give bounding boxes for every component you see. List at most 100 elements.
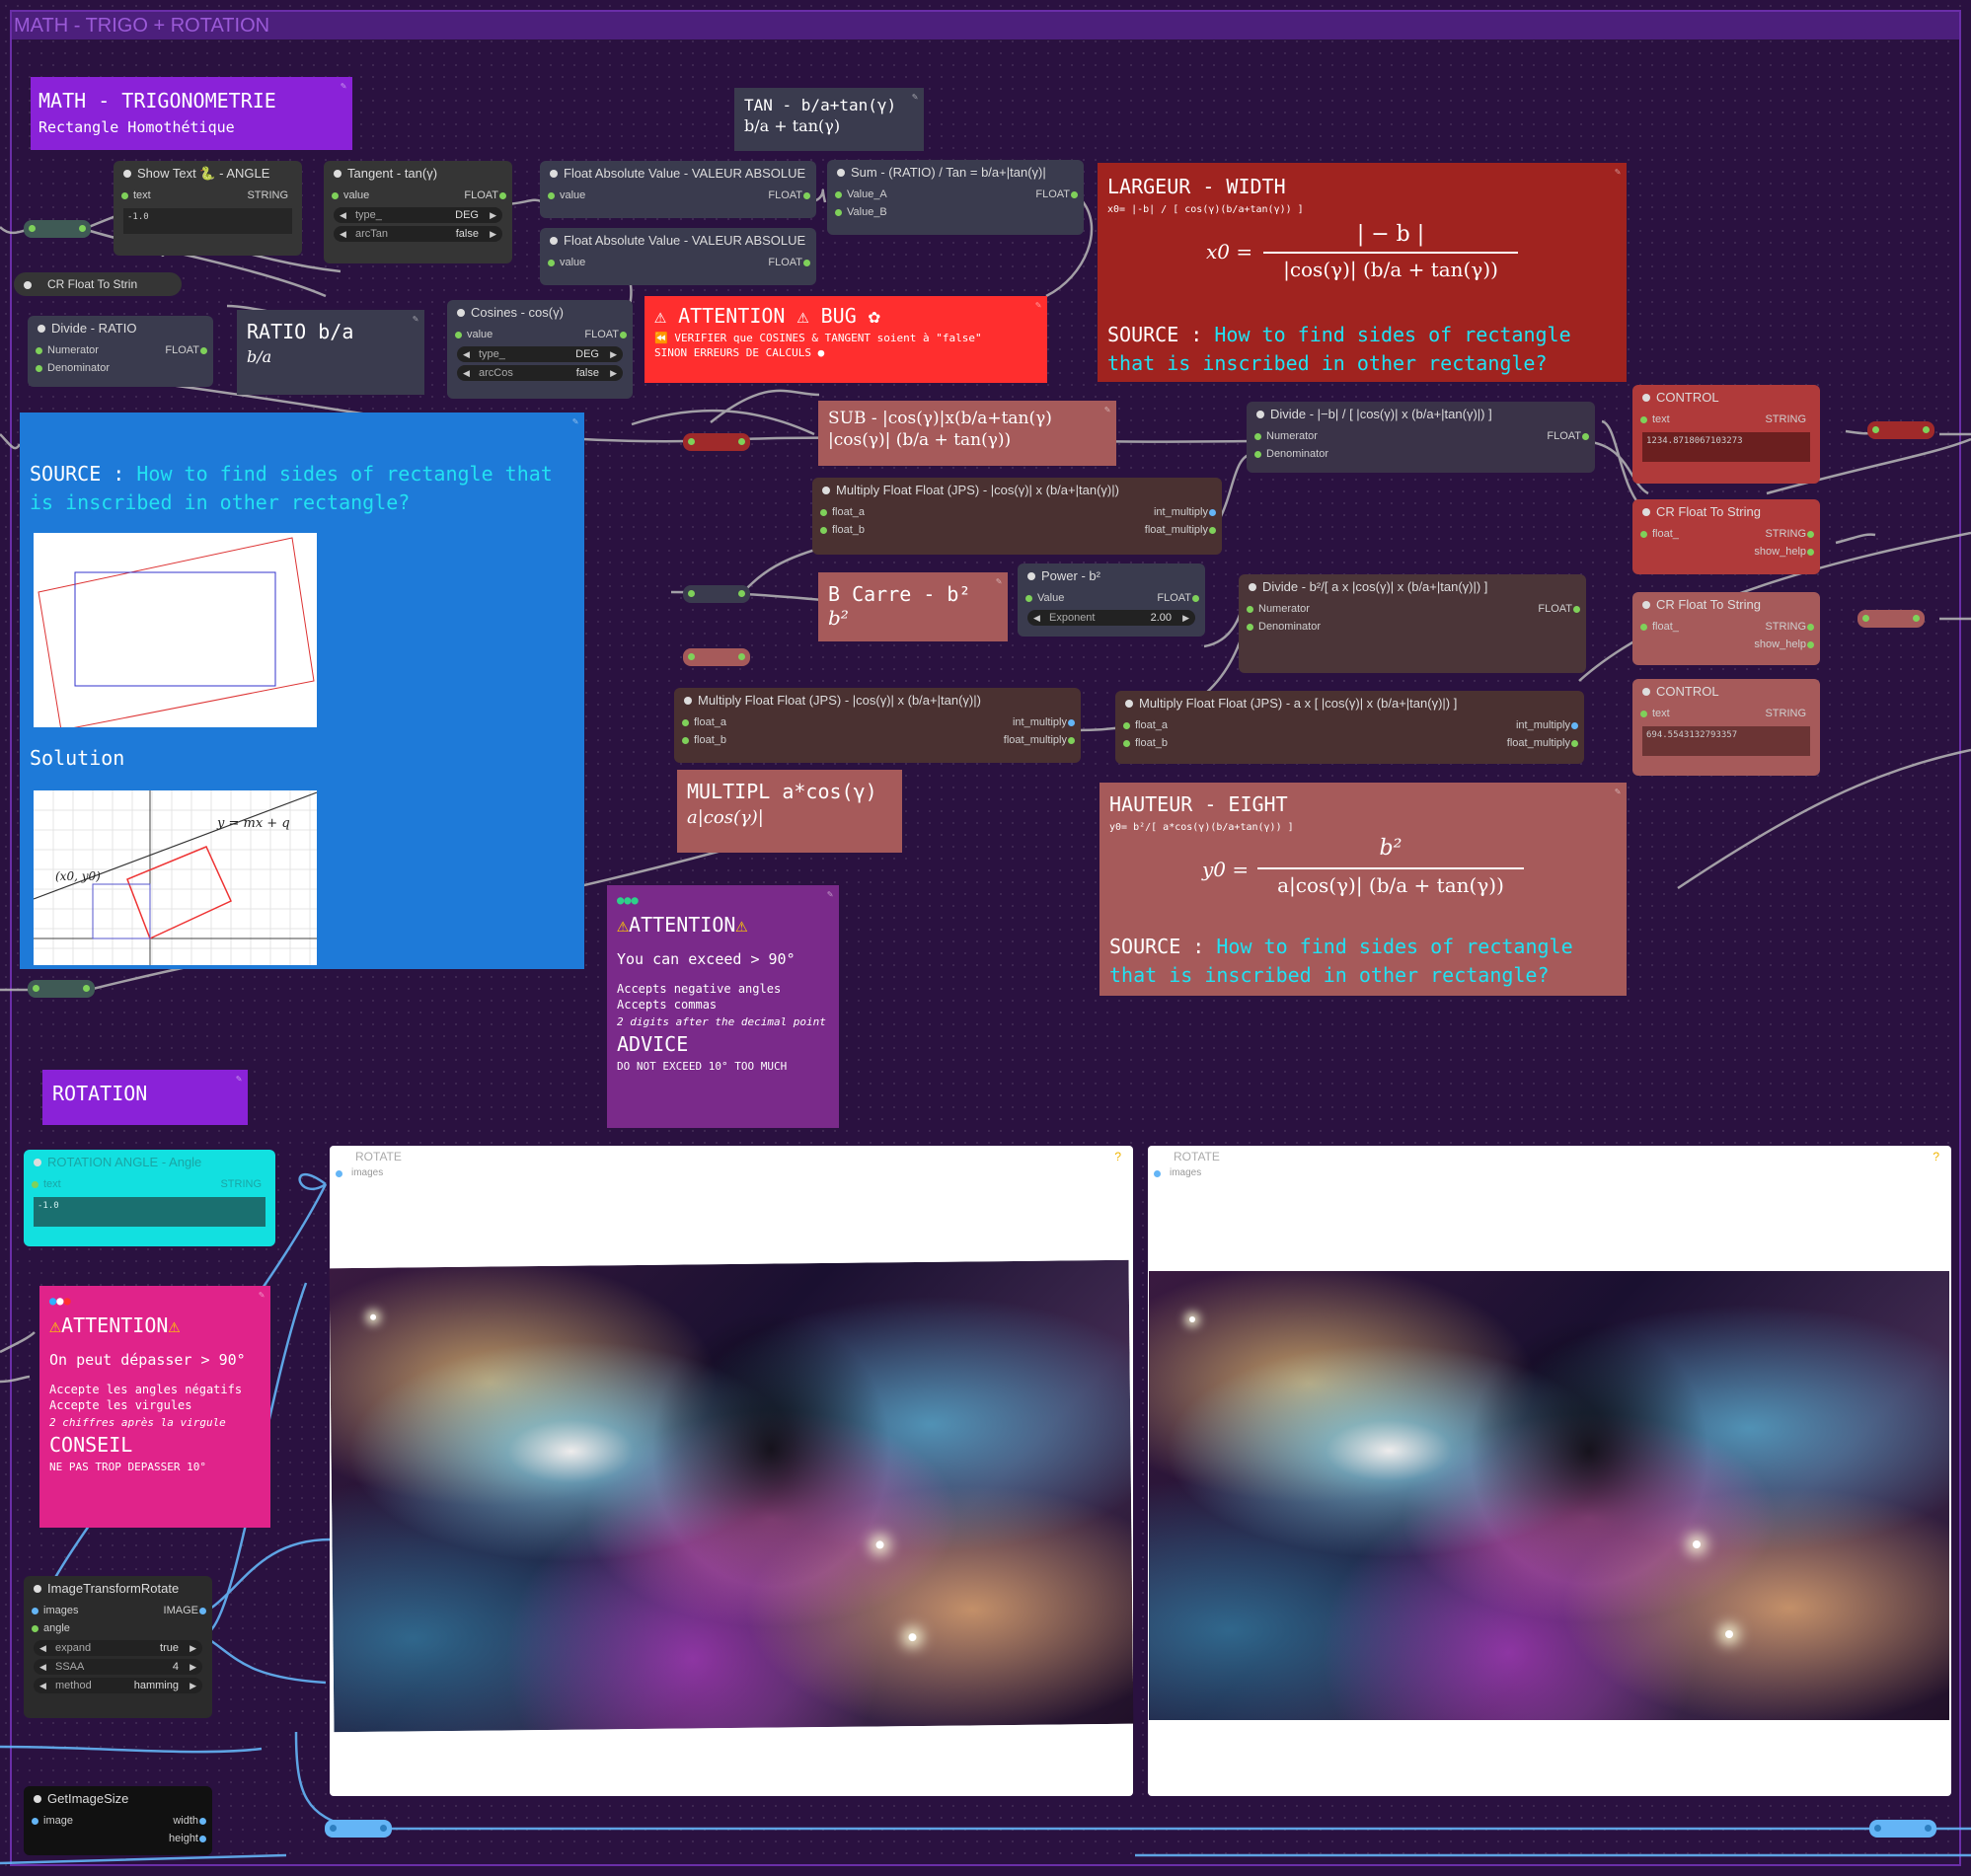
input-dot[interactable] <box>1640 531 1647 538</box>
reroute-node[interactable] <box>1867 421 1934 439</box>
output-dot[interactable] <box>1807 549 1814 556</box>
input-dot[interactable] <box>36 347 42 354</box>
attention-en-note[interactable]: ✎ ●●● ⚠ATTENTION⚠ You can exceed > 90° A… <box>607 885 839 1128</box>
edit-icon[interactable]: ✎ <box>1615 167 1621 178</box>
input-dot[interactable] <box>36 365 42 372</box>
cosines-node[interactable]: Cosines - cos(γ) value FLOAT type_ DEG arc… <box>447 300 633 399</box>
input-dot[interactable] <box>835 209 842 216</box>
input-dot[interactable] <box>682 719 689 726</box>
input-dot[interactable] <box>32 1608 38 1614</box>
sum-node[interactable]: Sum - (RATIO) / Tan = b/a+|tan(γ)| Value… <box>827 160 1084 235</box>
control-node-1[interactable]: CONTROL text STRING 1234.8718067103273 <box>1632 385 1820 484</box>
divide-ratio-node[interactable]: Divide - RATIO Numerator FLOAT Denominato… <box>28 316 213 387</box>
b-carre-note[interactable]: ✎ B Carre - b² b² <box>818 572 1008 641</box>
output-dot[interactable] <box>1209 509 1216 516</box>
output-dot[interactable] <box>1807 531 1814 538</box>
help-icon[interactable]: ? <box>1114 1150 1121 1163</box>
text-display[interactable]: -1.0 <box>34 1197 265 1227</box>
output-dot[interactable] <box>1068 737 1075 744</box>
control-node-2[interactable]: CONTROL text STRING 694.5543132793357 <box>1632 679 1820 776</box>
cr-float-collapsed-node[interactable]: CR Float To Strin <box>14 272 182 296</box>
input-dot[interactable] <box>336 1170 342 1177</box>
attention-fr-note[interactable]: ✎ ●●● ⚠ATTENTION⚠ On peut dépasser > 90°… <box>39 1286 270 1528</box>
input-dot[interactable] <box>32 1181 38 1188</box>
text-display[interactable]: -1.0 <box>123 208 292 234</box>
arccos-widget[interactable]: arcCos false <box>457 365 623 381</box>
input-dot[interactable] <box>1640 416 1647 423</box>
reroute-node[interactable] <box>683 585 750 603</box>
reroute-node[interactable] <box>683 648 750 666</box>
input-dot[interactable] <box>1640 624 1647 631</box>
output-dot[interactable] <box>200 347 207 354</box>
output-dot[interactable] <box>199 1818 206 1825</box>
multiply-node-3[interactable]: Multiply Float Float (JPS) - a x [ |cos(… <box>1115 691 1584 764</box>
ratio-note[interactable]: ✎ RATIO b/a b/a <box>237 310 424 395</box>
output-dot[interactable] <box>1582 433 1589 440</box>
abs-value-node-2[interactable]: Float Absolute Value - VALEUR ABSOLUE va… <box>540 228 816 285</box>
input-dot[interactable] <box>332 192 339 199</box>
input-dot[interactable] <box>1025 595 1032 602</box>
output-dot[interactable] <box>1571 722 1578 729</box>
input-dot[interactable] <box>682 737 689 744</box>
edit-icon[interactable]: ✎ <box>572 416 578 427</box>
input-dot[interactable] <box>1154 1170 1161 1177</box>
rotate-preview-1[interactable]: ROTATE ? images <box>329 1146 1134 1796</box>
input-dot[interactable] <box>32 1625 38 1632</box>
abs-value-node-1[interactable]: Float Absolute Value - VALEUR ABSOLUE va… <box>540 161 816 218</box>
text-display[interactable]: 1234.8718067103273 <box>1642 432 1810 462</box>
output-dot[interactable] <box>499 192 506 199</box>
input-dot[interactable] <box>1123 740 1130 747</box>
edit-icon[interactable]: ✎ <box>413 314 418 325</box>
input-dot[interactable] <box>1254 433 1261 440</box>
input-dot[interactable] <box>820 527 827 534</box>
output-dot[interactable] <box>1192 595 1199 602</box>
largeur-note[interactable]: ✎ LARGEUR - WIDTH x0= |-b| / [ cos(γ)(b/… <box>1098 163 1627 382</box>
rotation-angle-node[interactable]: ROTATION ANGLE - Angle text STRING -1.0 <box>24 1150 275 1246</box>
output-dot[interactable] <box>1571 740 1578 747</box>
cr-float-node-1[interactable]: CR Float To String float_ STRING show_hel… <box>1632 499 1820 574</box>
expand-widget[interactable]: expand true <box>34 1640 202 1656</box>
output-dot[interactable] <box>1573 606 1580 613</box>
group-title[interactable]: MATH - TRIGO + ROTATION <box>12 12 1959 39</box>
output-dot[interactable] <box>620 332 627 338</box>
input-dot[interactable] <box>548 260 555 266</box>
source-blue-note[interactable]: ✎ SOURCE : How to find sides of rectangl… <box>20 413 584 969</box>
tan-note[interactable]: ✎ TAN - b/a+tan(γ) b/a + tan(γ) <box>734 88 924 151</box>
bug-note[interactable]: ✎ ⚠ ATTENTION ⚠ BUG ✿ ⏪ VERIFIER que COS… <box>644 296 1047 383</box>
show-text-node[interactable]: Show Text 🐍 - ANGLE text STRING -1.0 <box>114 161 302 256</box>
ssaa-widget[interactable]: SSAA 4 <box>34 1659 202 1675</box>
multiply-node-1[interactable]: Multiply Float Float (JPS) - |cos(γ)| x … <box>812 478 1222 555</box>
input-dot[interactable] <box>548 192 555 199</box>
edit-icon[interactable]: ✎ <box>259 1290 265 1301</box>
edit-icon[interactable]: ✎ <box>827 889 833 900</box>
text-display[interactable]: 694.5543132793357 <box>1642 726 1810 756</box>
type-widget[interactable]: type_ DEG <box>457 346 623 362</box>
edit-icon[interactable]: ✎ <box>996 576 1002 587</box>
output-dot[interactable] <box>1807 641 1814 648</box>
exponent-widget[interactable]: Exponent 2.00 <box>1027 610 1195 626</box>
edit-icon[interactable]: ✎ <box>1615 787 1621 797</box>
input-dot[interactable] <box>1123 722 1130 729</box>
title-note[interactable]: ✎ MATH - TRIGONOMETRIE Rectangle Homothé… <box>31 77 352 150</box>
help-icon[interactable]: ? <box>1933 1150 1939 1163</box>
input-dot[interactable] <box>455 332 462 338</box>
output-dot[interactable] <box>1068 719 1075 726</box>
input-dot[interactable] <box>32 1818 38 1825</box>
divide-x0-node[interactable]: Divide - |−b| / [ |cos(γ)| x (b/a+|tan(γ… <box>1247 402 1595 473</box>
edit-icon[interactable]: ✎ <box>341 81 346 92</box>
output-dot[interactable] <box>199 1608 206 1614</box>
input-dot[interactable] <box>1254 451 1261 458</box>
edit-icon[interactable]: ✎ <box>1104 405 1110 415</box>
multipl-note[interactable]: MULTIPL a*cos(γ) a|cos(γ)| <box>677 770 902 853</box>
method-widget[interactable]: method hamming <box>34 1678 202 1693</box>
arctan-widget[interactable]: arcTan false <box>334 226 502 242</box>
multiply-node-2[interactable]: Multiply Float Float (JPS) - |cos(γ)| x … <box>674 688 1081 763</box>
image-transform-rotate-node[interactable]: ImageTransformRotate images IMAGE angle e… <box>24 1576 212 1718</box>
input-dot[interactable] <box>1640 711 1647 717</box>
rotation-note[interactable]: ✎ ROTATION <box>42 1070 248 1125</box>
type-widget[interactable]: type_ DEG <box>334 207 502 223</box>
edit-icon[interactable]: ✎ <box>912 92 918 103</box>
reroute-node[interactable] <box>1869 1820 1936 1838</box>
reroute-node[interactable] <box>325 1820 392 1838</box>
edit-icon[interactable]: ✎ <box>1035 300 1041 311</box>
